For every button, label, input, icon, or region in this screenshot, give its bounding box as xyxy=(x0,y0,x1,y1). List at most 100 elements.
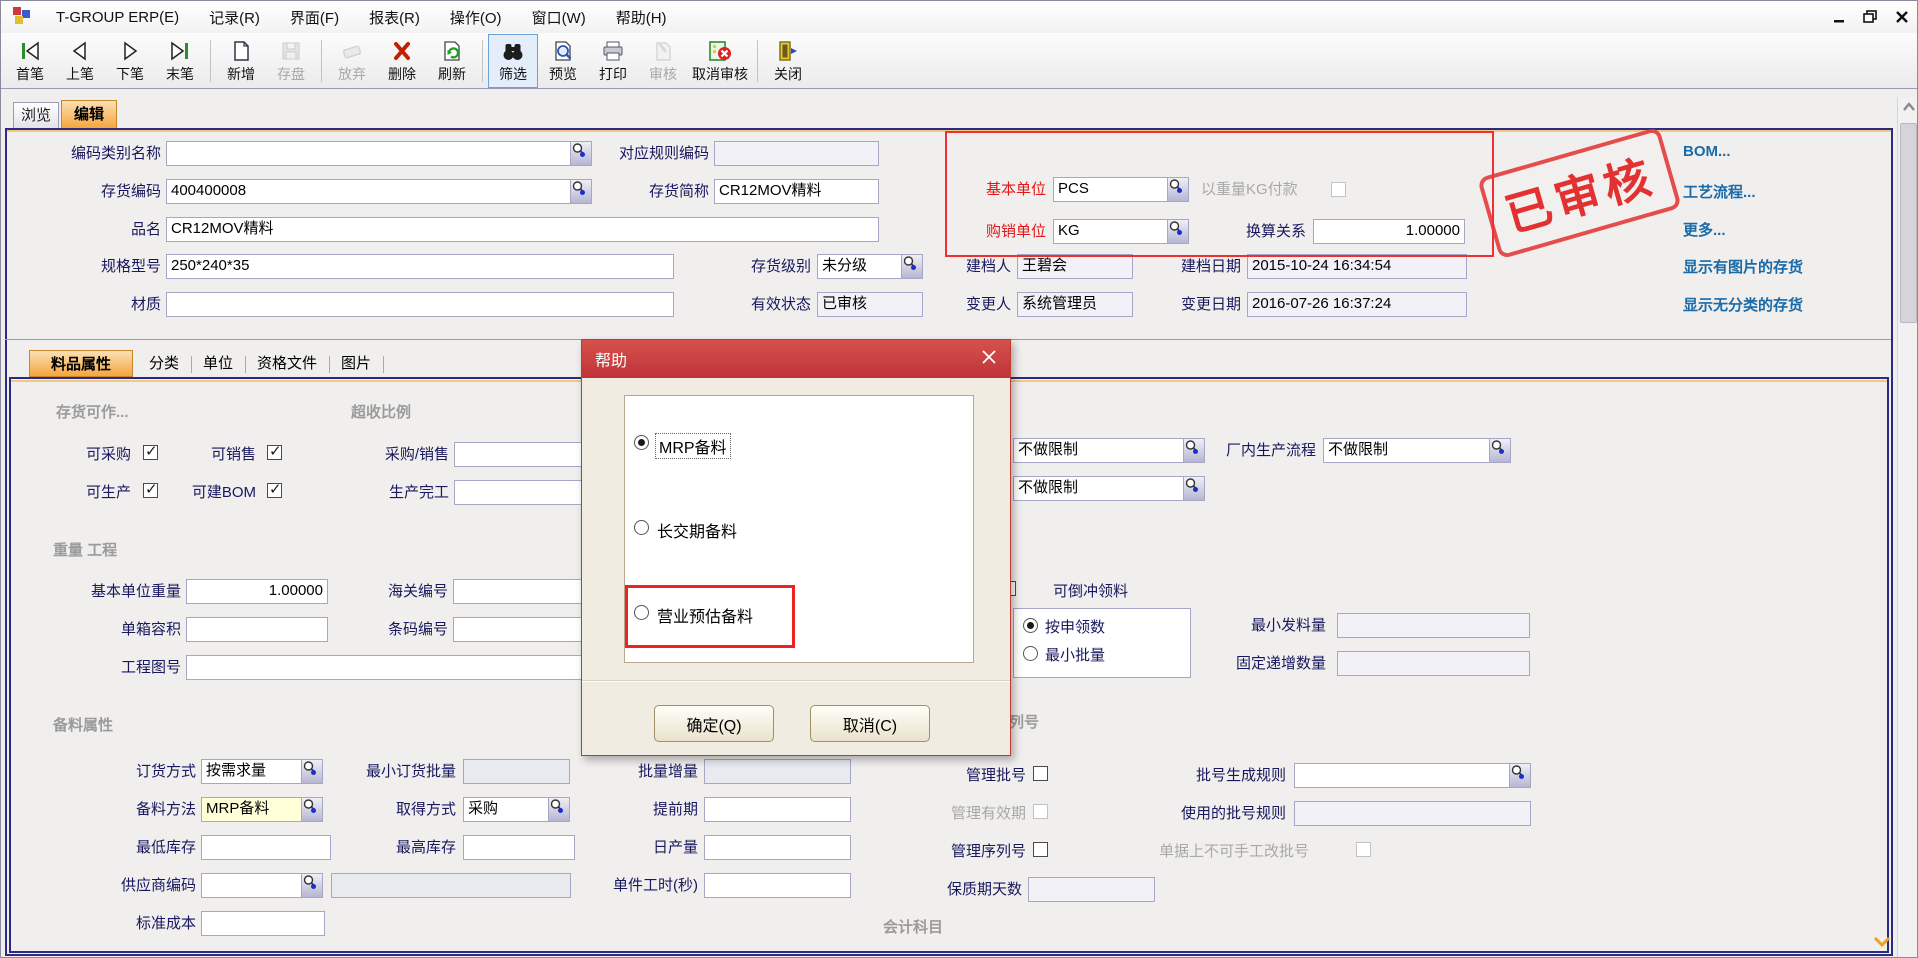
menu-app[interactable]: T-GROUP ERP(E) xyxy=(41,1,194,33)
lookup-icon[interactable] xyxy=(301,798,322,821)
tab-browse[interactable]: 浏览 xyxy=(13,102,59,128)
scroll-up-icon[interactable] xyxy=(1898,97,1918,117)
help-dialog-titlebar[interactable]: 帮助 xyxy=(582,340,1010,378)
sellable-checkbox[interactable] xyxy=(267,445,282,460)
min-issue-field[interactable] xyxy=(1337,613,1530,638)
tab-classification[interactable]: 分类 xyxy=(141,350,187,377)
bomable-checkbox[interactable] xyxy=(267,483,282,498)
pay-by-kg-checkbox[interactable] xyxy=(1331,182,1346,197)
scrollbar-thumb[interactable] xyxy=(1900,123,1917,323)
link-show-unclassified[interactable]: 显示无分类的存货 xyxy=(1683,294,1803,315)
lookup-icon[interactable] xyxy=(548,798,569,821)
option-mrp-radio[interactable] xyxy=(634,435,649,450)
audit-button[interactable]: 审核 xyxy=(638,34,688,88)
refresh-button[interactable]: 刷新 xyxy=(427,34,477,88)
fixed-increment-field[interactable] xyxy=(1337,651,1530,676)
first-record-button[interactable]: 首笔 xyxy=(5,34,55,88)
item-short-name-field[interactable]: CR12MOV精料 xyxy=(714,179,879,204)
dialog-close-icon[interactable] xyxy=(981,349,997,370)
print-button[interactable]: 打印 xyxy=(588,34,638,88)
restore-button[interactable] xyxy=(1859,7,1881,27)
save-button[interactable]: 存盘 xyxy=(266,34,316,88)
base-unit-field[interactable]: PCS xyxy=(1053,177,1189,202)
acquire-mode-field[interactable]: 采购 xyxy=(463,797,570,822)
menu-interface[interactable]: 界面(F) xyxy=(275,1,354,33)
item-level-field[interactable]: 未分级 xyxy=(817,254,923,279)
std-cost-field[interactable] xyxy=(201,911,325,936)
code-category-field[interactable] xyxy=(166,141,592,166)
lookup-icon[interactable] xyxy=(1183,439,1204,462)
preview-button[interactable]: 预览 xyxy=(538,34,588,88)
lookup-icon[interactable] xyxy=(1167,178,1188,201)
cancel-audit-button[interactable]: 取消审核 xyxy=(688,34,752,88)
tab-images[interactable]: 图片 xyxy=(333,350,379,377)
link-process-flow[interactable]: 工艺流程... xyxy=(1683,181,1756,202)
manage-validity-checkbox[interactable] xyxy=(1033,804,1048,819)
lead-time-field[interactable] xyxy=(704,797,851,822)
cancel-button[interactable]: 取消(C) xyxy=(810,705,930,742)
manage-serial-checkbox[interactable] xyxy=(1033,842,1048,857)
batch-rule-field[interactable] xyxy=(1294,763,1531,788)
unit-work-time-field[interactable] xyxy=(704,873,851,898)
lookup-icon[interactable] xyxy=(1183,477,1204,500)
producible-checkbox[interactable] xyxy=(143,483,158,498)
tab-units[interactable]: 单位 xyxy=(195,350,241,377)
max-stock-field[interactable] xyxy=(463,835,575,860)
ok-button[interactable]: 确定(Q) xyxy=(654,705,774,742)
base-unit-weight-field[interactable]: 1.00000 xyxy=(186,579,328,604)
min-stock-field[interactable] xyxy=(201,835,331,860)
link-show-with-image[interactable]: 显示有图片的存货 xyxy=(1683,256,1803,277)
lookup-icon[interactable] xyxy=(1509,764,1530,787)
filter-button[interactable]: 筛选 xyxy=(488,34,538,88)
minimize-button[interactable] xyxy=(1829,7,1851,27)
option-long-lead-radio[interactable] xyxy=(634,520,649,535)
rule-code-field[interactable] xyxy=(714,141,879,166)
link-more[interactable]: 更多... xyxy=(1683,219,1726,240)
supplier-code-field[interactable] xyxy=(201,873,323,898)
tab-qualification-files[interactable]: 资格文件 xyxy=(249,350,325,377)
link-bom[interactable]: BOM... xyxy=(1683,143,1731,160)
chevron-down-icon[interactable] xyxy=(1873,935,1891,953)
factory-flow-field[interactable]: 不做限制 xyxy=(1323,438,1511,463)
by-request-radio[interactable] xyxy=(1023,618,1038,633)
option-mrp-label[interactable]: MRP备料 xyxy=(655,433,731,459)
min-batch-radio[interactable] xyxy=(1023,646,1038,661)
delete-button[interactable]: 删除 xyxy=(377,34,427,88)
lookup-icon[interactable] xyxy=(1489,439,1510,462)
restriction-field-2[interactable]: 不做限制 xyxy=(1013,476,1205,501)
discard-button[interactable]: 放弃 xyxy=(327,34,377,88)
tab-item-attributes[interactable]: 料品属性 xyxy=(29,350,133,377)
daily-output-field[interactable] xyxy=(704,835,851,860)
menu-help[interactable]: 帮助(H) xyxy=(601,1,682,33)
trade-unit-field[interactable]: KG xyxy=(1053,219,1189,244)
spec-model-field[interactable]: 250*240*35 xyxy=(166,254,674,279)
restriction-field-1[interactable]: 不做限制 xyxy=(1013,438,1205,463)
product-name-field[interactable]: CR12MOV精料 xyxy=(166,217,879,242)
vertical-scrollbar[interactable] xyxy=(1897,97,1918,958)
lookup-icon[interactable] xyxy=(301,760,322,783)
prev-record-button[interactable]: 上笔 xyxy=(55,34,105,88)
no-manual-batch-checkbox[interactable] xyxy=(1356,842,1371,857)
tab-edit[interactable]: 编辑 xyxy=(61,100,117,128)
order-mode-field[interactable]: 按需求量 xyxy=(201,759,323,784)
new-button[interactable]: 新增 xyxy=(216,34,266,88)
purchasable-checkbox[interactable] xyxy=(143,445,158,460)
option-long-lead-label[interactable]: 长交期备料 xyxy=(657,518,737,542)
option-business-forecast-label[interactable]: 营业预估备料 xyxy=(657,603,753,627)
close-form-button[interactable]: 关闭 xyxy=(763,34,813,88)
next-record-button[interactable]: 下笔 xyxy=(105,34,155,88)
item-code-field[interactable]: 400400008 xyxy=(166,179,592,204)
lookup-icon[interactable] xyxy=(901,255,922,278)
prep-method-field[interactable]: MRP备料 xyxy=(201,797,323,822)
menu-operate[interactable]: 操作(O) xyxy=(435,1,517,33)
manage-batch-checkbox[interactable] xyxy=(1033,766,1048,781)
menu-record[interactable]: 记录(R) xyxy=(194,1,275,33)
shelf-life-field[interactable] xyxy=(1028,877,1155,902)
option-business-forecast-radio[interactable] xyxy=(634,605,649,620)
box-volume-field[interactable] xyxy=(186,617,328,642)
material-field[interactable] xyxy=(166,292,674,317)
lookup-icon[interactable] xyxy=(301,874,322,897)
conversion-field[interactable]: 1.00000 xyxy=(1313,219,1465,244)
lookup-icon[interactable] xyxy=(1167,220,1188,243)
menu-report[interactable]: 报表(R) xyxy=(354,1,435,33)
